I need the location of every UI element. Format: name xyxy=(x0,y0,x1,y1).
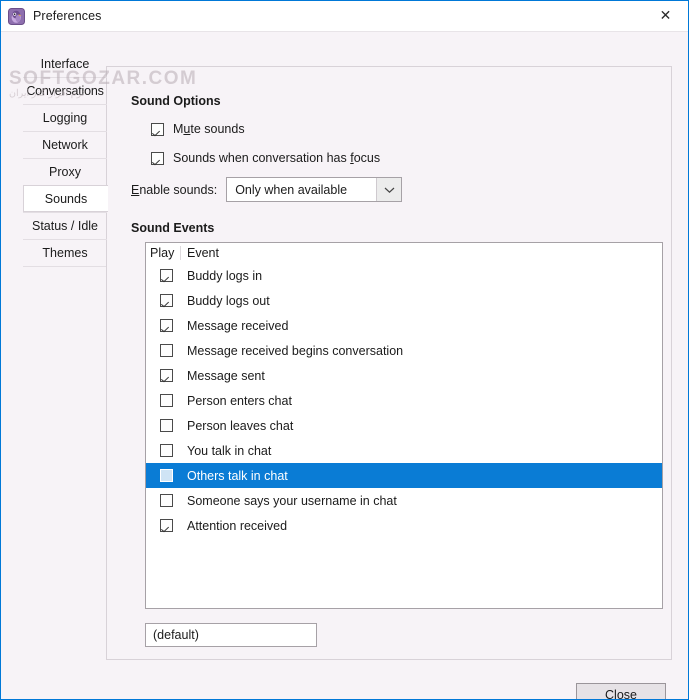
table-row[interactable]: Buddy logs out xyxy=(146,288,662,313)
table-row[interactable]: Message sent xyxy=(146,363,662,388)
event-label: Message sent xyxy=(187,369,265,383)
tab-themes[interactable]: Themes xyxy=(23,239,107,266)
event-play-checkbox[interactable] xyxy=(160,469,173,482)
table-row[interactable]: Person leaves chat xyxy=(146,413,662,438)
sounds-panel: Sound Options Mute sounds Sounds when co… xyxy=(106,66,672,660)
sounds-on-focus-checkbox[interactable] xyxy=(151,152,164,165)
event-play-checkbox[interactable] xyxy=(160,394,173,407)
sound-events-heading: Sound Events xyxy=(131,221,214,235)
sound-events-list[interactable]: Play Event Buddy logs in Buddy logs out … xyxy=(145,242,663,609)
table-row-selected[interactable]: Others talk in chat xyxy=(146,463,662,488)
sound-file-input[interactable]: (default) xyxy=(145,623,317,647)
event-label: Person leaves chat xyxy=(187,419,293,433)
enable-sounds-row: Enable sounds: Only when available xyxy=(131,177,402,202)
sound-file-value: (default) xyxy=(153,628,199,642)
dialog-body: SOFTGOZAR.COM نرم افزار گذر ایران Interf… xyxy=(1,32,688,700)
tab-proxy[interactable]: Proxy xyxy=(23,158,107,185)
preferences-dialog: Preferences ✕ SOFTGOZAR.COM نرم افزار گذ… xyxy=(0,0,689,700)
tab-network[interactable]: Network xyxy=(23,131,107,158)
event-label: Buddy logs out xyxy=(187,294,270,308)
table-row[interactable]: Person enters chat xyxy=(146,388,662,413)
event-play-checkbox[interactable] xyxy=(160,494,173,507)
enable-sounds-value: Only when available xyxy=(227,183,376,197)
mute-sounds-label: Mute sounds xyxy=(173,122,245,136)
event-play-checkbox[interactable] xyxy=(160,269,173,282)
title-bar: Preferences ✕ xyxy=(1,1,688,32)
list-column-headers: Play Event xyxy=(146,243,662,263)
pidgin-pigeon-icon xyxy=(8,8,25,25)
event-play-checkbox[interactable] xyxy=(160,419,173,432)
window-title: Preferences xyxy=(33,9,102,23)
tab-interface[interactable]: Interface xyxy=(23,50,107,77)
tab-strip: Interface Conversations Logging Network … xyxy=(23,50,107,266)
tab-sounds[interactable]: Sounds xyxy=(23,185,108,212)
close-icon[interactable]: ✕ xyxy=(643,1,688,30)
event-label: Someone says your username in chat xyxy=(187,494,397,508)
table-row[interactable]: You talk in chat xyxy=(146,438,662,463)
table-row[interactable]: Message received xyxy=(146,313,662,338)
tab-status-idle[interactable]: Status / Idle xyxy=(23,212,107,239)
chevron-down-icon[interactable] xyxy=(376,178,401,201)
event-label: Others talk in chat xyxy=(187,469,288,483)
event-play-checkbox[interactable] xyxy=(160,444,173,457)
enable-sounds-select[interactable]: Only when available xyxy=(226,177,402,202)
event-play-checkbox[interactable] xyxy=(160,294,173,307)
mute-sounds-checkbox[interactable] xyxy=(151,123,164,136)
sounds-on-focus-label: Sounds when conversation has focus xyxy=(173,151,380,165)
enable-sounds-label: Enable sounds: xyxy=(131,183,217,197)
table-row[interactable]: Attention received xyxy=(146,513,662,538)
mute-sounds-row[interactable]: Mute sounds xyxy=(151,122,245,136)
event-play-checkbox[interactable] xyxy=(160,519,173,532)
column-header-event[interactable]: Event xyxy=(187,246,219,260)
event-play-checkbox[interactable] xyxy=(160,369,173,382)
table-row[interactable]: Buddy logs in xyxy=(146,263,662,288)
close-button-label: Close xyxy=(605,688,637,700)
column-separator[interactable] xyxy=(180,246,181,260)
sound-options-heading: Sound Options xyxy=(131,94,221,108)
event-label: Message received xyxy=(187,319,288,333)
event-play-checkbox[interactable] xyxy=(160,319,173,332)
close-button[interactable]: Close xyxy=(576,683,666,700)
event-label: Person enters chat xyxy=(187,394,292,408)
column-header-play[interactable]: Play xyxy=(150,246,180,260)
table-row[interactable]: Message received begins conversation xyxy=(146,338,662,363)
tab-conversations[interactable]: Conversations xyxy=(23,77,107,104)
event-label: You talk in chat xyxy=(187,444,271,458)
event-label: Attention received xyxy=(187,519,287,533)
sounds-on-focus-row[interactable]: Sounds when conversation has focus xyxy=(151,151,380,165)
event-label: Buddy logs in xyxy=(187,269,262,283)
table-row[interactable]: Someone says your username in chat xyxy=(146,488,662,513)
tab-logging[interactable]: Logging xyxy=(23,104,107,131)
event-label: Message received begins conversation xyxy=(187,344,403,358)
event-play-checkbox[interactable] xyxy=(160,344,173,357)
